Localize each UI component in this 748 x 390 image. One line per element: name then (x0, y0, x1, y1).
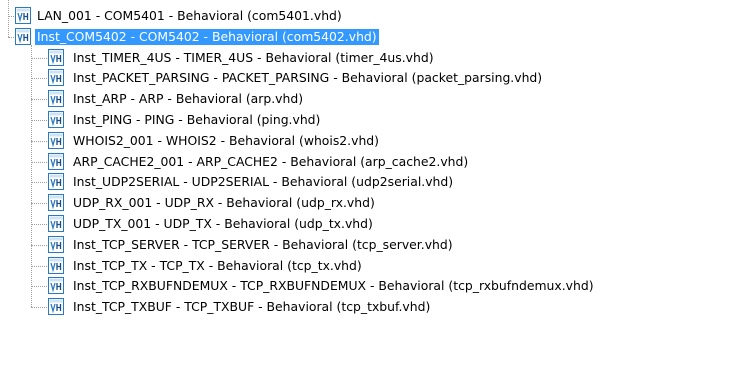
vhdl-module-icon (48, 152, 64, 170)
tree-node[interactable]: WHOIS2_001 - WHOIS2 - Behavioral (whois2… (0, 131, 748, 151)
tree-node-selected[interactable]: Inst_COM5402 - COM5402 - Behavioral (com… (0, 27, 748, 47)
tree-node-label[interactable]: Inst_COM5402 - COM5402 - Behavioral (com… (35, 28, 379, 45)
tree-guide-line (31, 99, 47, 101)
tree-node[interactable]: Inst_PING - PING - Behavioral (ping.vhd) (0, 110, 748, 130)
tree-node-label[interactable]: ARP_CACHE2_001 - ARP_CACHE2 - Behavioral… (71, 154, 470, 170)
design-hierarchy-tree[interactable]: LAN_001 - COM5401 - Behavioral (com5401.… (0, 0, 748, 390)
tree-node[interactable]: ARP_CACHE2_001 - ARP_CACHE2 - Behavioral… (0, 152, 748, 172)
tree-node[interactable]: Inst_TCP_SERVER - TCP_SERVER - Behaviora… (0, 235, 748, 255)
tree-guide-line (31, 161, 47, 163)
tree-node-label[interactable]: Inst_TCP_SERVER - TCP_SERVER - Behaviora… (71, 237, 455, 253)
tree-node-label[interactable]: Inst_TCP_TXBUF - TCP_TXBUF - Behavioral … (71, 299, 432, 315)
tree-node-label[interactable]: Inst_TCP_TX - TCP_TX - Behavioral (tcp_t… (71, 258, 364, 274)
tree-guide-line (31, 307, 47, 309)
tree-guide-line (8, 36, 14, 38)
vhdl-module-icon (48, 277, 64, 295)
tree-node-label[interactable]: Inst_ARP - ARP - Behavioral (arp.vhd) (71, 91, 305, 107)
tree-node-label[interactable]: Inst_UDP2SERIAL - UDP2SERIAL - Behaviora… (71, 174, 455, 190)
tree-node-label[interactable]: WHOIS2_001 - WHOIS2 - Behavioral (whois2… (71, 133, 381, 149)
vhdl-module-icon (48, 48, 64, 66)
tree-node[interactable]: Inst_TIMER_4US - TIMER_4US - Behavioral … (0, 48, 748, 68)
vhdl-module-icon (48, 69, 64, 87)
tree-node-label[interactable]: Inst_PING - PING - Behavioral (ping.vhd) (71, 112, 322, 128)
tree-guide-line (31, 203, 47, 205)
vhdl-module-icon (48, 235, 64, 253)
tree-guide-line (31, 286, 47, 288)
tree-node[interactable]: Inst_TCP_TX - TCP_TX - Behavioral (tcp_t… (0, 256, 748, 276)
vhdl-module-icon (15, 27, 31, 45)
tree-node[interactable]: Inst_TCP_RXBUFNDEMUX - TCP_RXBUFNDEMUX -… (0, 276, 748, 296)
vhdl-module-icon (48, 131, 64, 149)
tree-guide-line (31, 224, 47, 225)
tree-node-label[interactable]: UDP_TX_001 - UDP_TX - Behavioral (udp_tx… (71, 216, 375, 232)
tree-node[interactable]: UDP_TX_001 - UDP_TX - Behavioral (udp_tx… (0, 214, 748, 234)
vhdl-module-icon (48, 194, 64, 212)
tree-node-label[interactable]: LAN_001 - COM5401 - Behavioral (com5401.… (35, 8, 344, 24)
tree-node-label[interactable]: Inst_TIMER_4US - TIMER_4US - Behavioral … (71, 50, 436, 66)
tree-node[interactable]: UDP_RX_001 - UDP_RX - Behavioral (udp_rx… (0, 193, 748, 213)
tree-guide-line (31, 78, 47, 80)
tree-node-label[interactable]: Inst_PACKET_PARSING - PACKET_PARSING - B… (71, 70, 544, 86)
tree-guide-line (31, 265, 47, 267)
tree-guide-line (31, 44, 32, 308)
tree-guide-line (8, 0, 9, 37)
tree-node-label[interactable]: Inst_TCP_RXBUFNDEMUX - TCP_RXBUFNDEMUX -… (71, 278, 596, 294)
vhdl-module-icon (48, 173, 64, 191)
tree-guide-line (31, 182, 47, 184)
vhdl-module-icon (15, 7, 31, 24)
tree-guide-line (31, 140, 47, 142)
tree-node-label[interactable]: UDP_RX_001 - UDP_RX - Behavioral (udp_rx… (71, 195, 377, 211)
vhdl-module-icon (48, 256, 64, 274)
tree-node[interactable]: Inst_TCP_TXBUF - TCP_TXBUF - Behavioral … (0, 297, 748, 317)
vhdl-module-icon (48, 90, 64, 108)
vhdl-module-icon (48, 215, 64, 232)
tree-guide-line (31, 120, 47, 121)
vhdl-module-icon (48, 111, 64, 128)
tree-node[interactable]: Inst_ARP - ARP - Behavioral (arp.vhd) (0, 89, 748, 109)
tree-guide-line (31, 57, 47, 59)
tree-node[interactable]: LAN_001 - COM5401 - Behavioral (com5401.… (0, 6, 748, 26)
tree-node[interactable]: Inst_PACKET_PARSING - PACKET_PARSING - B… (0, 68, 748, 88)
vhdl-module-icon (48, 298, 64, 316)
tree-node[interactable]: Inst_UDP2SERIAL - UDP2SERIAL - Behaviora… (0, 172, 748, 192)
tree-guide-line (31, 244, 47, 246)
